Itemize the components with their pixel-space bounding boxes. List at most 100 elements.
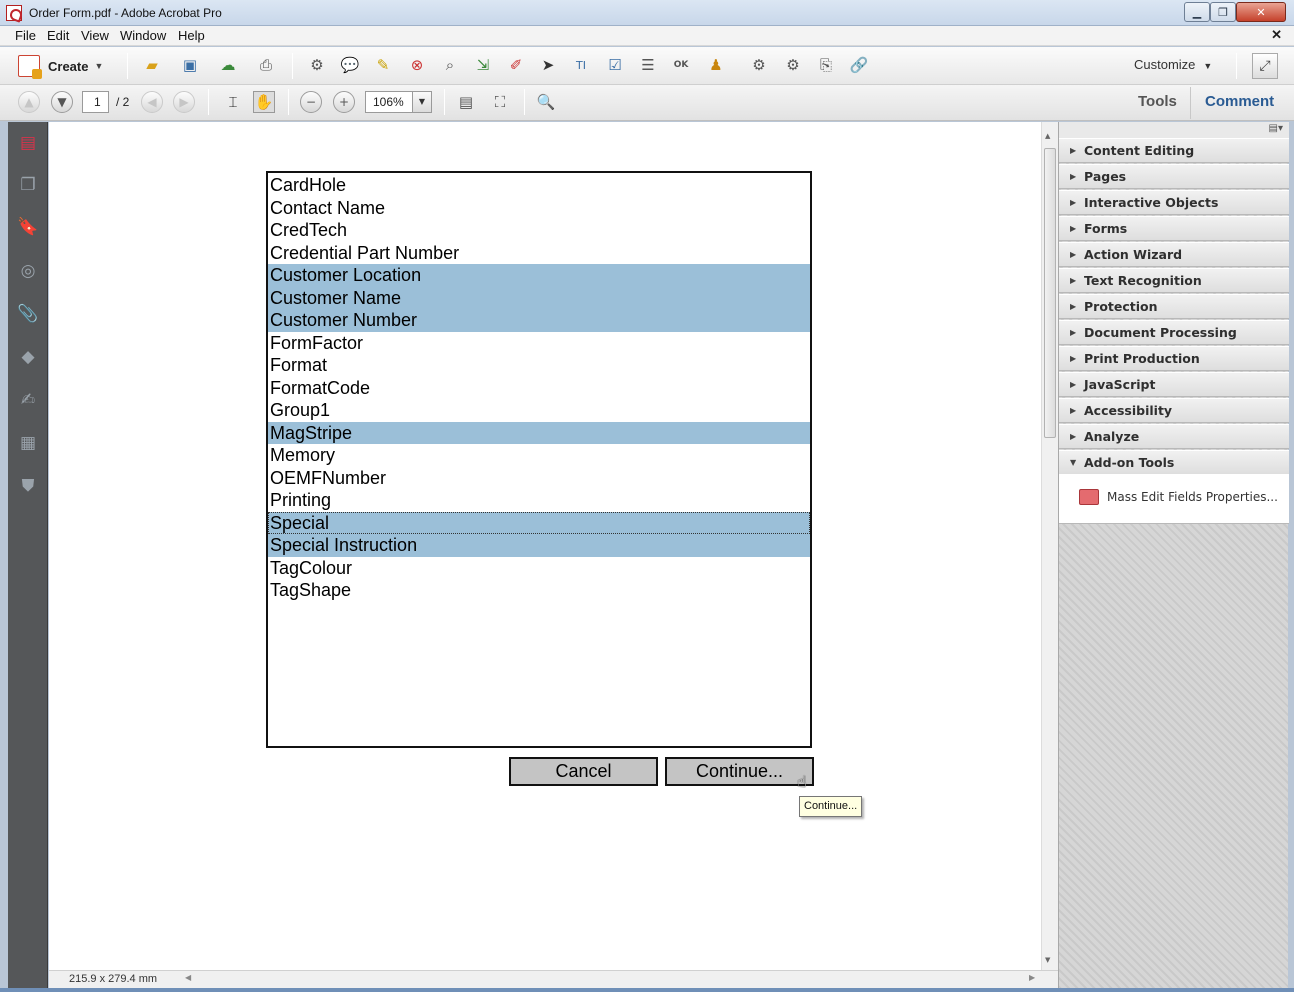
zoom-in-icon[interactable]: + <box>333 91 355 113</box>
panel-content-editing[interactable]: ▶ Content Editing <box>1059 138 1289 163</box>
scroll-up-icon[interactable]: ▲ <box>1045 132 1050 140</box>
minimize-button[interactable]: ▁ <box>1184 2 1210 22</box>
checkbox-icon[interactable]: ☑ <box>604 54 626 76</box>
panel-javascript[interactable]: ▶ JavaScript <box>1059 372 1289 397</box>
tab-comment[interactable]: Comment <box>1205 93 1274 110</box>
search-icon[interactable]: 🔍 <box>535 91 557 113</box>
panel-protection[interactable]: ▶ Protection <box>1059 294 1289 319</box>
stamp-icon[interactable]: ♟ <box>705 54 727 76</box>
list-item[interactable]: FormatCode <box>268 377 810 400</box>
panel-accessibility[interactable]: ▶ Accessibility <box>1059 398 1289 423</box>
list-item[interactable]: OEMFNumber <box>268 467 810 490</box>
document-properties-icon[interactable]: ⎘ <box>815 54 837 76</box>
list-box-icon[interactable]: ☰ <box>637 54 659 76</box>
fit-width-icon[interactable]: ⛶ <box>489 91 511 113</box>
text-field-icon[interactable]: TI <box>570 54 592 76</box>
signatures-icon[interactable]: ◎ <box>17 260 39 282</box>
list-item[interactable]: Format <box>268 354 810 377</box>
scroll-right-icon[interactable]: ▶ <box>1029 973 1035 982</box>
scrollbar-thumb[interactable] <box>1044 148 1056 438</box>
open-folder-icon[interactable]: ▰ <box>141 54 163 76</box>
list-item-selected[interactable]: Customer Number <box>268 309 810 332</box>
maximize-button[interactable]: ❐ <box>1210 2 1236 22</box>
menu-edit[interactable]: Edit <box>47 28 69 43</box>
hand-tool-icon[interactable]: ✋ <box>253 91 275 113</box>
cancel-button[interactable]: Cancel <box>509 757 658 786</box>
export-page-icon[interactable]: ⇲ <box>472 54 494 76</box>
edit-fields-icon[interactable]: ✍ <box>17 389 39 411</box>
list-item[interactable]: FormFactor <box>268 332 810 355</box>
vertical-scrollbar[interactable]: ▲ ▼ <box>1041 122 1058 970</box>
panel-pages[interactable]: ▶ Pages <box>1059 164 1289 189</box>
zoom-dropdown-chevron-icon[interactable]: ▼ <box>412 91 432 113</box>
list-item-selected[interactable]: Customer Location <box>268 264 810 287</box>
panel-document-processing[interactable]: ▶ Document Processing <box>1059 320 1289 345</box>
mass-edit-fields-properties-link[interactable]: Mass Edit Fields Properties... <box>1107 490 1278 504</box>
menu-view[interactable]: View <box>81 28 109 43</box>
highlight-pen-icon[interactable]: ✎ <box>372 54 394 76</box>
page-number-input[interactable]: 1 <box>82 91 109 113</box>
list-item[interactable]: TagShape <box>268 579 810 602</box>
select-object-icon[interactable]: ➤ <box>537 54 559 76</box>
menu-window[interactable]: Window <box>120 28 166 43</box>
find-in-page-icon[interactable]: ⌕ <box>439 54 461 76</box>
next-page-icon[interactable]: ▼ <box>51 91 73 113</box>
page-thumbnails-icon[interactable]: ❐ <box>17 174 39 196</box>
layers-icon[interactable]: ◆ <box>17 346 39 368</box>
next-view-icon[interactable]: ▶ <box>173 91 195 113</box>
edit-document-icon[interactable]: ✐ <box>505 54 527 76</box>
tab-tools[interactable]: Tools <box>1138 93 1177 110</box>
link-icon[interactable]: 🔗 <box>848 54 870 76</box>
panel-forms[interactable]: ▶ Forms <box>1059 216 1289 241</box>
tags-icon[interactable]: ⛊ <box>17 475 39 497</box>
list-item-selected[interactable]: Special Instruction <box>268 534 810 557</box>
panel-interactive-objects[interactable]: ▶ Interactive Objects <box>1059 190 1289 215</box>
select-cursor-icon[interactable]: ⌶ <box>222 91 244 113</box>
close-window-button[interactable]: ✕ <box>1236 2 1286 22</box>
list-item[interactable]: CredTech <box>268 219 810 242</box>
create-button[interactable]: Create ▼ <box>18 55 103 79</box>
previous-page-icon[interactable]: ▲ <box>18 91 40 113</box>
close-document-icon[interactable]: ✕ <box>1271 27 1282 43</box>
attachments-icon[interactable]: 📎 <box>17 303 39 325</box>
customize-dropdown[interactable]: Customize ▼ <box>1134 57 1212 72</box>
fit-page-icon[interactable]: ▤ <box>455 91 477 113</box>
scroll-down-icon[interactable]: ▼ <box>1045 956 1050 964</box>
page-settings-icon[interactable]: ⚙ <box>782 54 804 76</box>
list-item-selected-focused[interactable]: Special <box>268 511 810 534</box>
comment-bubble-icon[interactable]: 💬 <box>339 54 361 76</box>
pane-options-icon[interactable]: ▤▾ <box>1269 123 1283 134</box>
previous-view-icon[interactable]: ◀ <box>141 91 163 113</box>
pdf-document-icon[interactable]: ▤ <box>17 132 39 154</box>
list-item[interactable]: CardHole <box>268 174 810 197</box>
list-item[interactable]: Memory <box>268 444 810 467</box>
list-item[interactable]: Contact Name <box>268 197 810 220</box>
continue-button[interactable]: Continue... <box>665 757 814 786</box>
zoom-out-icon[interactable]: − <box>300 91 322 113</box>
button-field-icon[interactable]: OK <box>670 54 692 76</box>
settings-gear-icon[interactable]: ⚙ <box>306 54 328 76</box>
print-icon[interactable]: ⎙ <box>255 54 277 76</box>
delete-page-icon[interactable]: ⊗ <box>406 54 428 76</box>
batch-process-icon[interactable]: ⚙ <box>748 54 770 76</box>
list-item[interactable]: TagColour <box>268 557 810 580</box>
save-icon[interactable]: ▣ <box>179 54 201 76</box>
menu-file[interactable]: File <box>15 28 36 43</box>
full-screen-icon[interactable]: ⤢ <box>1252 53 1278 79</box>
list-item[interactable]: Group1 <box>268 399 810 422</box>
zoom-level-input[interactable]: 106% <box>365 91 413 113</box>
bookmarks-icon[interactable]: 🔖 <box>17 216 39 238</box>
list-item-selected[interactable]: MagStripe <box>268 421 810 444</box>
panel-text-recognition[interactable]: ▶ Text Recognition <box>1059 268 1289 293</box>
list-item-selected[interactable]: Customer Name <box>268 286 810 309</box>
list-item[interactable]: Credential Part Number <box>268 242 810 265</box>
scroll-left-icon[interactable]: ◀ <box>185 973 191 982</box>
field-list-box[interactable]: CardHole Contact Name CredTech Credentia… <box>266 171 812 748</box>
panel-print-production[interactable]: ▶ Print Production <box>1059 346 1289 371</box>
cloud-upload-icon[interactable]: ☁ <box>217 54 239 76</box>
panel-action-wizard[interactable]: ▶ Action Wizard <box>1059 242 1289 267</box>
panel-add-on-tools[interactable]: ▼ Add-on Tools <box>1059 450 1289 475</box>
panel-analyze[interactable]: ▶ Analyze <box>1059 424 1289 449</box>
menu-help[interactable]: Help <box>178 28 205 43</box>
content-icon[interactable]: ▦ <box>17 432 39 454</box>
